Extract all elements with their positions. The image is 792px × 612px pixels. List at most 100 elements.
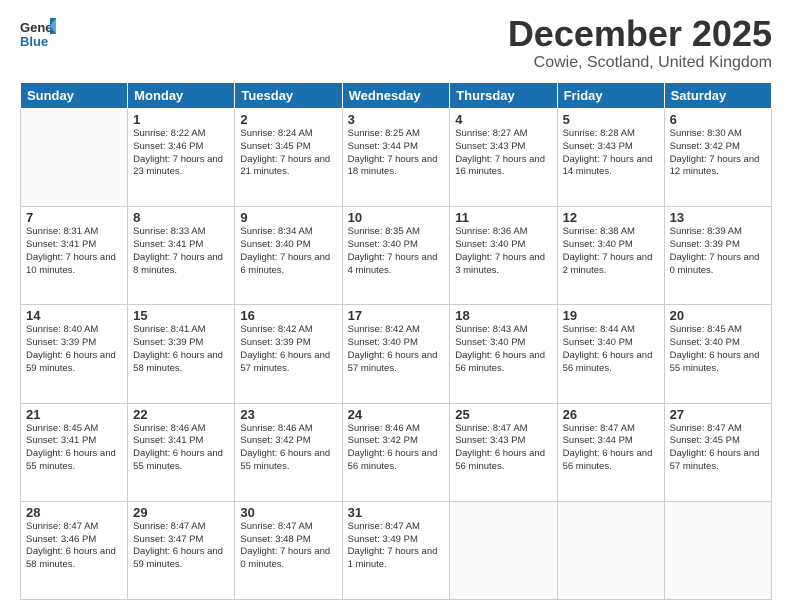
calendar-cell: 9Sunrise: 8:34 AMSunset: 3:40 PMDaylight… xyxy=(235,207,342,305)
calendar-cell: 13Sunrise: 8:39 AMSunset: 3:39 PMDayligh… xyxy=(664,207,771,305)
calendar-cell: 23Sunrise: 8:46 AMSunset: 3:42 PMDayligh… xyxy=(235,403,342,501)
calendar-cell: 20Sunrise: 8:45 AMSunset: 3:40 PMDayligh… xyxy=(664,305,771,403)
calendar-cell: 8Sunrise: 8:33 AMSunset: 3:41 PMDaylight… xyxy=(128,207,235,305)
calendar-cell: 3Sunrise: 8:25 AMSunset: 3:44 PMDaylight… xyxy=(342,109,450,207)
day-info: Sunrise: 8:44 AMSunset: 3:40 PMDaylight:… xyxy=(563,324,659,375)
calendar-cell: 30Sunrise: 8:47 AMSunset: 3:48 PMDayligh… xyxy=(235,501,342,599)
calendar-cell: 24Sunrise: 8:46 AMSunset: 3:42 PMDayligh… xyxy=(342,403,450,501)
day-number: 18 xyxy=(455,308,551,323)
day-number: 10 xyxy=(348,210,445,225)
day-info: Sunrise: 8:38 AMSunset: 3:40 PMDaylight:… xyxy=(563,226,659,277)
calendar-cell: 19Sunrise: 8:44 AMSunset: 3:40 PMDayligh… xyxy=(557,305,664,403)
day-info: Sunrise: 8:47 AMSunset: 3:49 PMDaylight:… xyxy=(348,521,445,572)
calendar-cell: 1Sunrise: 8:22 AMSunset: 3:46 PMDaylight… xyxy=(128,109,235,207)
day-info: Sunrise: 8:47 AMSunset: 3:45 PMDaylight:… xyxy=(670,423,766,474)
calendar-cell xyxy=(664,501,771,599)
calendar-cell: 14Sunrise: 8:40 AMSunset: 3:39 PMDayligh… xyxy=(21,305,128,403)
calendar-cell: 6Sunrise: 8:30 AMSunset: 3:42 PMDaylight… xyxy=(664,109,771,207)
location: Cowie, Scotland, United Kingdom xyxy=(508,54,772,72)
col-tuesday: Tuesday xyxy=(235,83,342,109)
day-number: 3 xyxy=(348,112,445,127)
calendar-cell: 29Sunrise: 8:47 AMSunset: 3:47 PMDayligh… xyxy=(128,501,235,599)
calendar-cell xyxy=(21,109,128,207)
day-number: 7 xyxy=(26,210,122,225)
day-info: Sunrise: 8:31 AMSunset: 3:41 PMDaylight:… xyxy=(26,226,122,277)
col-thursday: Thursday xyxy=(450,83,557,109)
day-number: 31 xyxy=(348,505,445,520)
day-number: 29 xyxy=(133,505,229,520)
day-number: 4 xyxy=(455,112,551,127)
day-number: 2 xyxy=(240,112,336,127)
month-title: December 2025 xyxy=(508,16,772,52)
page: General Blue December 2025 Cowie, Scotla… xyxy=(0,0,792,612)
day-number: 11 xyxy=(455,210,551,225)
calendar-cell: 16Sunrise: 8:42 AMSunset: 3:39 PMDayligh… xyxy=(235,305,342,403)
day-number: 16 xyxy=(240,308,336,323)
svg-text:Blue: Blue xyxy=(20,34,48,49)
header: General Blue December 2025 Cowie, Scotla… xyxy=(20,16,772,72)
day-number: 5 xyxy=(563,112,659,127)
day-info: Sunrise: 8:36 AMSunset: 3:40 PMDaylight:… xyxy=(455,226,551,277)
col-saturday: Saturday xyxy=(664,83,771,109)
calendar-cell: 2Sunrise: 8:24 AMSunset: 3:45 PMDaylight… xyxy=(235,109,342,207)
day-number: 24 xyxy=(348,407,445,422)
calendar-week-4: 28Sunrise: 8:47 AMSunset: 3:46 PMDayligh… xyxy=(21,501,772,599)
col-wednesday: Wednesday xyxy=(342,83,450,109)
day-info: Sunrise: 8:45 AMSunset: 3:41 PMDaylight:… xyxy=(26,423,122,474)
day-number: 13 xyxy=(670,210,766,225)
calendar-cell: 5Sunrise: 8:28 AMSunset: 3:43 PMDaylight… xyxy=(557,109,664,207)
calendar-cell: 11Sunrise: 8:36 AMSunset: 3:40 PMDayligh… xyxy=(450,207,557,305)
day-number: 20 xyxy=(670,308,766,323)
calendar-cell: 27Sunrise: 8:47 AMSunset: 3:45 PMDayligh… xyxy=(664,403,771,501)
day-info: Sunrise: 8:33 AMSunset: 3:41 PMDaylight:… xyxy=(133,226,229,277)
day-info: Sunrise: 8:47 AMSunset: 3:43 PMDaylight:… xyxy=(455,423,551,474)
day-number: 19 xyxy=(563,308,659,323)
day-number: 14 xyxy=(26,308,122,323)
day-info: Sunrise: 8:25 AMSunset: 3:44 PMDaylight:… xyxy=(348,128,445,179)
day-number: 23 xyxy=(240,407,336,422)
col-sunday: Sunday xyxy=(21,83,128,109)
calendar-cell: 7Sunrise: 8:31 AMSunset: 3:41 PMDaylight… xyxy=(21,207,128,305)
day-info: Sunrise: 8:41 AMSunset: 3:39 PMDaylight:… xyxy=(133,324,229,375)
calendar-cell: 18Sunrise: 8:43 AMSunset: 3:40 PMDayligh… xyxy=(450,305,557,403)
calendar-cell: 28Sunrise: 8:47 AMSunset: 3:46 PMDayligh… xyxy=(21,501,128,599)
day-info: Sunrise: 8:42 AMSunset: 3:40 PMDaylight:… xyxy=(348,324,445,375)
day-info: Sunrise: 8:45 AMSunset: 3:40 PMDaylight:… xyxy=(670,324,766,375)
day-info: Sunrise: 8:46 AMSunset: 3:41 PMDaylight:… xyxy=(133,423,229,474)
day-info: Sunrise: 8:47 AMSunset: 3:44 PMDaylight:… xyxy=(563,423,659,474)
calendar-week-3: 21Sunrise: 8:45 AMSunset: 3:41 PMDayligh… xyxy=(21,403,772,501)
calendar-cell: 22Sunrise: 8:46 AMSunset: 3:41 PMDayligh… xyxy=(128,403,235,501)
day-info: Sunrise: 8:22 AMSunset: 3:46 PMDaylight:… xyxy=(133,128,229,179)
day-info: Sunrise: 8:47 AMSunset: 3:46 PMDaylight:… xyxy=(26,521,122,572)
calendar-header-row: Sunday Monday Tuesday Wednesday Thursday… xyxy=(21,83,772,109)
day-info: Sunrise: 8:24 AMSunset: 3:45 PMDaylight:… xyxy=(240,128,336,179)
day-info: Sunrise: 8:35 AMSunset: 3:40 PMDaylight:… xyxy=(348,226,445,277)
calendar-cell xyxy=(557,501,664,599)
day-number: 8 xyxy=(133,210,229,225)
calendar-week-2: 14Sunrise: 8:40 AMSunset: 3:39 PMDayligh… xyxy=(21,305,772,403)
day-number: 27 xyxy=(670,407,766,422)
day-info: Sunrise: 8:28 AMSunset: 3:43 PMDaylight:… xyxy=(563,128,659,179)
day-info: Sunrise: 8:39 AMSunset: 3:39 PMDaylight:… xyxy=(670,226,766,277)
day-info: Sunrise: 8:46 AMSunset: 3:42 PMDaylight:… xyxy=(348,423,445,474)
calendar-cell xyxy=(450,501,557,599)
day-number: 1 xyxy=(133,112,229,127)
logo: General Blue xyxy=(20,16,60,57)
day-number: 15 xyxy=(133,308,229,323)
day-number: 12 xyxy=(563,210,659,225)
col-monday: Monday xyxy=(128,83,235,109)
day-number: 30 xyxy=(240,505,336,520)
day-info: Sunrise: 8:40 AMSunset: 3:39 PMDaylight:… xyxy=(26,324,122,375)
day-info: Sunrise: 8:30 AMSunset: 3:42 PMDaylight:… xyxy=(670,128,766,179)
day-number: 26 xyxy=(563,407,659,422)
calendar-cell: 25Sunrise: 8:47 AMSunset: 3:43 PMDayligh… xyxy=(450,403,557,501)
logo-icon: General Blue xyxy=(20,16,56,52)
day-info: Sunrise: 8:47 AMSunset: 3:48 PMDaylight:… xyxy=(240,521,336,572)
day-number: 28 xyxy=(26,505,122,520)
day-number: 17 xyxy=(348,308,445,323)
day-number: 22 xyxy=(133,407,229,422)
calendar-cell: 4Sunrise: 8:27 AMSunset: 3:43 PMDaylight… xyxy=(450,109,557,207)
day-info: Sunrise: 8:34 AMSunset: 3:40 PMDaylight:… xyxy=(240,226,336,277)
calendar-week-1: 7Sunrise: 8:31 AMSunset: 3:41 PMDaylight… xyxy=(21,207,772,305)
calendar-cell: 10Sunrise: 8:35 AMSunset: 3:40 PMDayligh… xyxy=(342,207,450,305)
